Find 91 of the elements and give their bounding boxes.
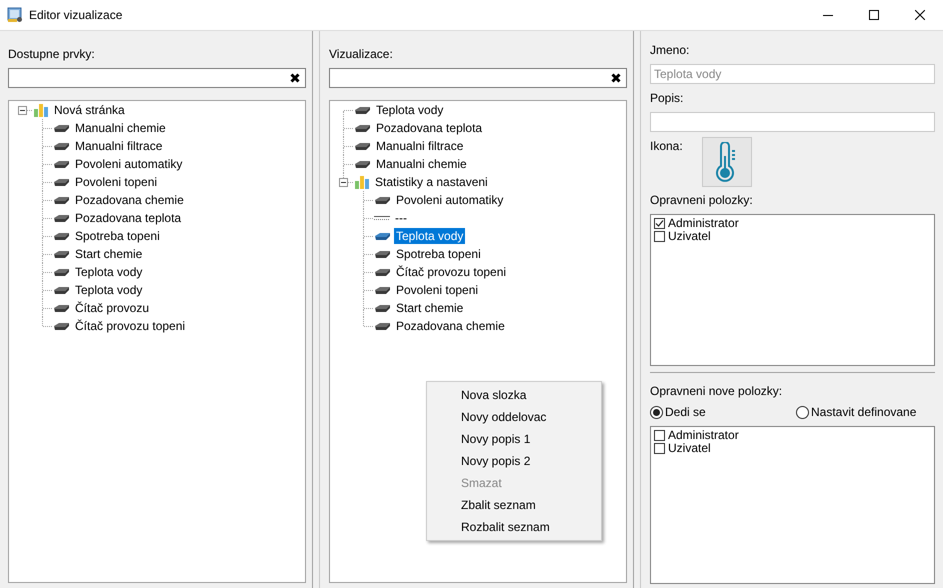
tree-item[interactable]: Teplota vody: [73, 264, 144, 280]
tree-item[interactable]: Čítač provozu topeni: [394, 264, 508, 280]
thermometer-icon: [716, 142, 738, 182]
tree-item[interactable]: Povoleni topeni: [394, 282, 480, 298]
tree-item[interactable]: Čítač provozu: [73, 300, 152, 316]
tree-item[interactable]: Spotreba topeni: [394, 246, 483, 262]
tree-item[interactable]: Povoleni topeni: [73, 174, 160, 190]
menu-item[interactable]: Novy popis 1: [427, 428, 601, 450]
checkbox[interactable]: [654, 231, 665, 242]
tree-item[interactable]: Čítač provozu topeni: [73, 318, 188, 334]
menu-item[interactable]: Nova slozka: [427, 384, 601, 406]
slab-icon: [53, 214, 70, 222]
dashed-line-icon: [374, 216, 390, 220]
slab-icon: [374, 268, 391, 276]
tree-item[interactable]: Povoleni automatiky: [394, 192, 506, 208]
icon-label: Ikona:: [650, 138, 683, 154]
tree-item[interactable]: Teplota vody: [374, 102, 446, 118]
slab-icon: [53, 160, 70, 168]
app-icon: [7, 7, 23, 23]
tree-item[interactable]: Pozadovana teplota: [374, 120, 484, 136]
slab-icon: [374, 304, 391, 312]
tree-item[interactable]: Manualni filtrace: [73, 138, 164, 154]
bar-chart-icon: [354, 174, 370, 190]
slab-icon: [354, 142, 371, 150]
clear-icon[interactable]: [611, 73, 621, 83]
slab-icon: [53, 232, 70, 240]
menu-item[interactable]: Zbalit seznam: [427, 494, 601, 516]
slab-icon: [53, 196, 70, 204]
description-field[interactable]: [650, 112, 935, 132]
slab-icon: [374, 286, 391, 294]
expander-icon[interactable]: [339, 178, 348, 187]
panel-label: Vizualizace:: [329, 46, 394, 62]
tree-item[interactable]: Manualni filtrace: [374, 138, 466, 154]
checkbox[interactable]: [654, 218, 665, 229]
tree-item[interactable]: Statistiky a nastaveni: [373, 174, 490, 190]
menu-item[interactable]: Novy oddelovac: [427, 406, 601, 428]
checkbox[interactable]: [654, 430, 665, 441]
tree-item[interactable]: ---: [393, 210, 409, 226]
search-field[interactable]: [8, 68, 306, 88]
radio-button[interactable]: [650, 406, 663, 418]
slab-icon: [354, 106, 371, 114]
slab-icon: [53, 124, 70, 132]
expander-icon[interactable]: [18, 106, 27, 115]
tree-item[interactable]: Pozadovana chemie: [73, 192, 186, 208]
tree-item[interactable]: Spotreba topeni: [73, 228, 162, 244]
slab-icon: [53, 142, 70, 150]
permission-label: Administrator: [668, 429, 739, 442]
tree-item[interactable]: Pozadovana teplota: [73, 210, 184, 226]
permission-label: Uzivatel: [668, 230, 711, 243]
name-field[interactable]: Teplota vody: [650, 64, 935, 84]
slab-icon: [374, 322, 391, 330]
slab-icon: [53, 250, 70, 258]
window-title: Editor vizualizace: [29, 8, 122, 22]
permissions-label: Opravneni polozky:: [650, 192, 754, 208]
slab-icon: [53, 178, 70, 186]
clear-icon[interactable]: [290, 73, 300, 83]
slab-icon: [53, 286, 70, 294]
maximize-icon[interactable]: [869, 10, 879, 20]
permission-label: Administrator: [668, 217, 739, 230]
slab-icon: [53, 322, 70, 330]
tree-item[interactable]: Povoleni automatiky: [73, 156, 184, 172]
slab-icon: [53, 268, 70, 276]
radio-button[interactable]: [796, 406, 809, 418]
bar-chart-icon: [33, 102, 49, 118]
slab-icon: [374, 250, 391, 258]
slab-icon: [354, 160, 371, 168]
tree-item[interactable]: Manualni chemie: [374, 156, 469, 172]
name-label: Jmeno:: [650, 42, 690, 58]
search-field[interactable]: [329, 68, 627, 88]
slab-icon: [374, 196, 391, 204]
tree-item[interactable]: Teplota vody: [73, 282, 144, 298]
slab-icon: [374, 232, 391, 240]
menu-item[interactable]: Novy popis 2: [427, 450, 601, 472]
tree-item[interactable]: Nová stránka: [52, 102, 127, 118]
close-icon[interactable]: [915, 10, 925, 20]
slab-icon: [53, 304, 70, 312]
radio-label: Nastavit definovane: [811, 405, 916, 419]
tree-item[interactable]: Manualni chemie: [73, 120, 168, 136]
tree-item[interactable]: Pozadovana chemie: [394, 318, 507, 334]
checkbox[interactable]: [654, 443, 665, 454]
menu-item[interactable]: Rozbalit seznam: [427, 516, 601, 538]
permission-label: Uzivatel: [668, 442, 711, 455]
icon-button[interactable]: [702, 137, 752, 187]
tree-item[interactable]: Teplota vody: [394, 228, 466, 244]
slab-icon: [354, 124, 371, 132]
new-permissions-label: Opravneni nove polozky:: [650, 383, 784, 399]
tree-item[interactable]: Start chemie: [394, 300, 466, 316]
radio-label: Dedi se: [665, 405, 706, 419]
description-label: Popis:: [650, 90, 684, 106]
tree-item[interactable]: Start chemie: [73, 246, 144, 262]
panel-label: Dostupne prvky:: [8, 46, 96, 62]
